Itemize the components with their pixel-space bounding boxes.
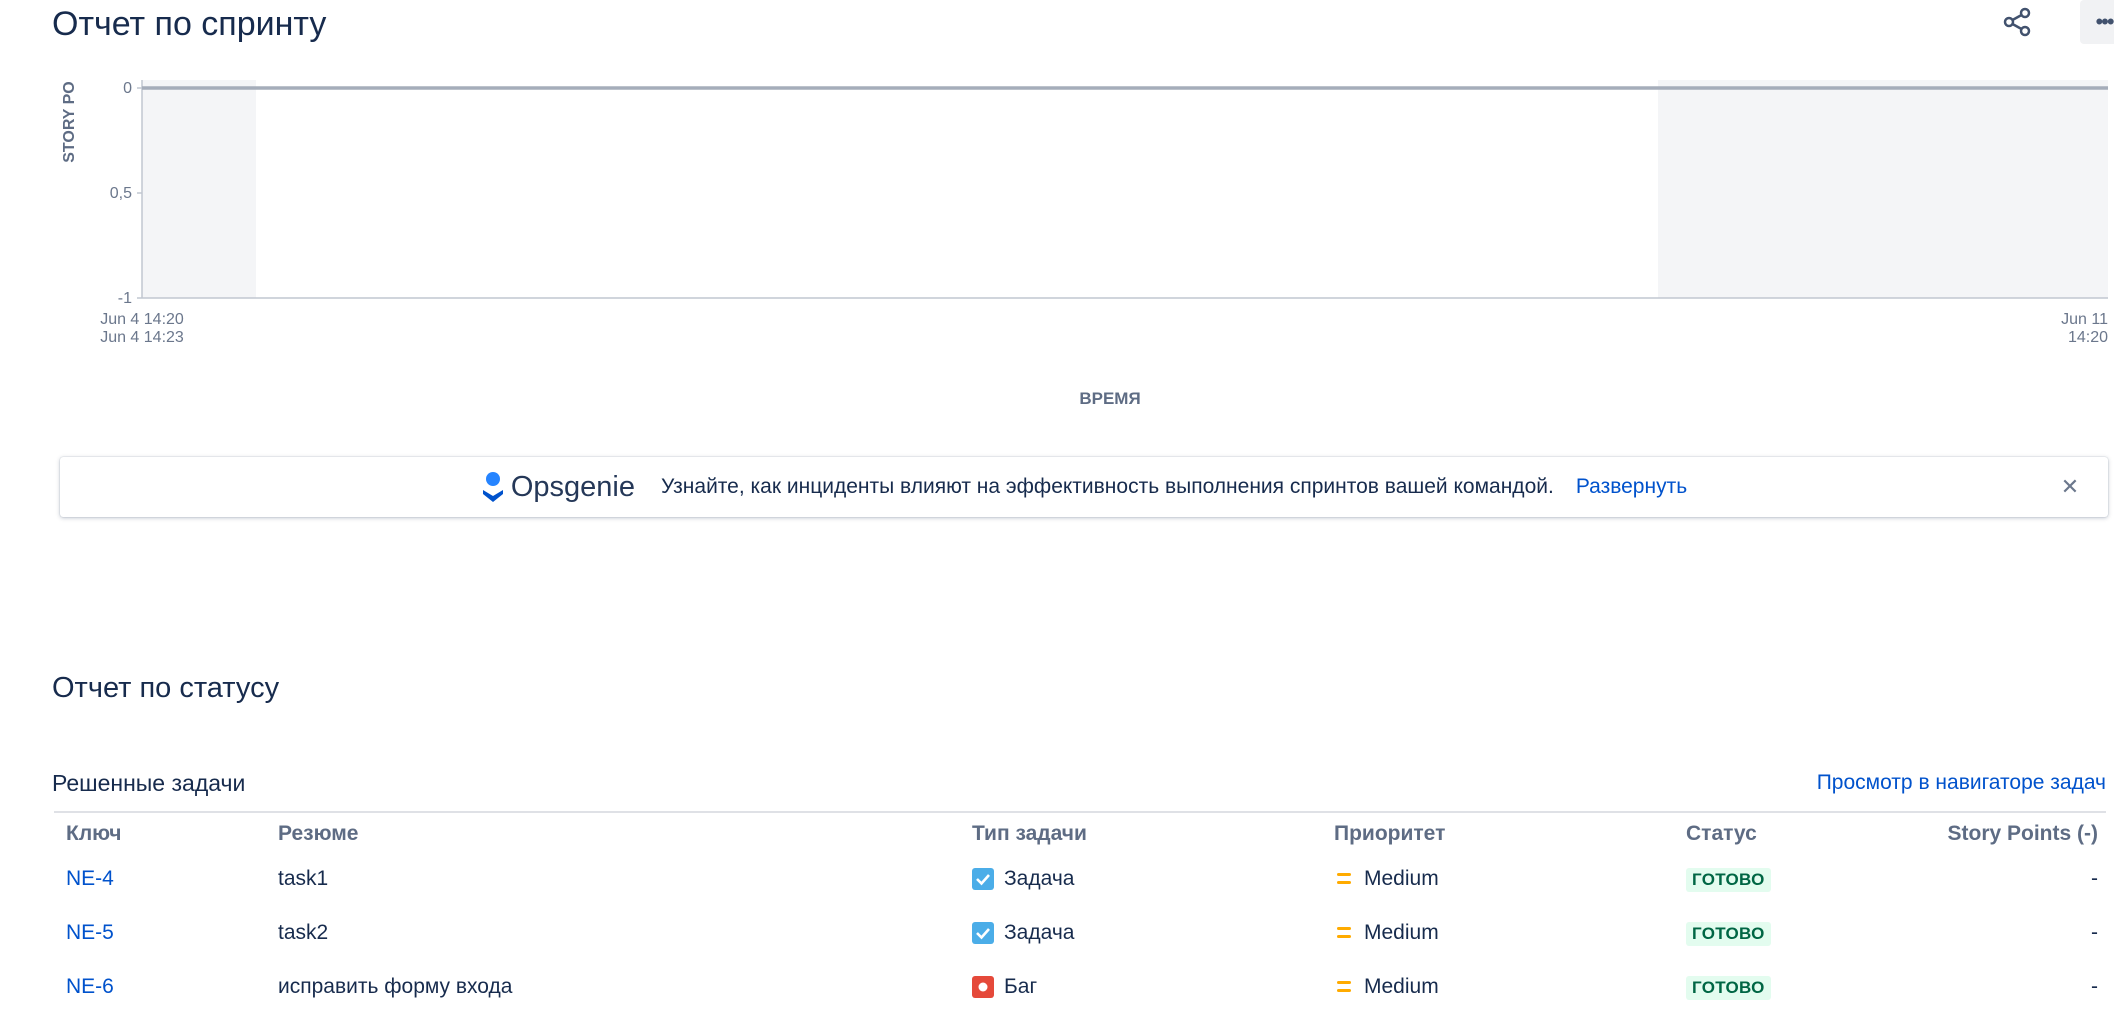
- story-points-value: -: [2091, 975, 2098, 998]
- bug-icon: [972, 976, 994, 998]
- more-actions-button[interactable]: •••: [2080, 0, 2114, 44]
- non-working-area: [142, 80, 256, 298]
- table-row: NE-5 task2 Задача Medium ГОТОВО -: [54, 906, 2106, 960]
- issue-type: Баг: [1004, 975, 1038, 998]
- story-points-value: -: [2091, 921, 2098, 944]
- opsgenie-banner: Opsgenie Узнайте, как инциденты влияют н…: [60, 457, 2108, 517]
- issue-key-link[interactable]: NE-5: [66, 921, 114, 944]
- opsgenie-brand: Opsgenie: [510, 470, 635, 503]
- opsgenie-logo-icon: [482, 472, 503, 502]
- task-icon: [972, 922, 994, 944]
- issue-key-link[interactable]: NE-6: [66, 975, 114, 998]
- status-badge: ГОТОВО: [1686, 921, 1771, 946]
- status-report-title: Отчет по статусу: [52, 672, 280, 704]
- resolved-issues-title: Решенные задачи: [52, 770, 246, 796]
- status-badge: ГОТОВО: [1686, 975, 1771, 1000]
- priority-medium-icon: [1337, 873, 1351, 884]
- x-tick-label: Jun 4 14:20: [100, 311, 184, 328]
- banner-close-button[interactable]: ✕: [2054, 471, 2086, 503]
- y-axis-label: STORY PO: [61, 81, 78, 163]
- issue-type: Задача: [1004, 867, 1075, 890]
- column-header-key[interactable]: Ключ: [54, 816, 266, 852]
- close-icon: ✕: [2060, 474, 2080, 499]
- page-title: Отчет по спринту: [52, 5, 327, 43]
- priority-medium-icon: [1337, 927, 1351, 938]
- issue-summary: task2: [278, 921, 329, 944]
- column-header-type[interactable]: Тип задачи: [960, 816, 1322, 852]
- x-tick-label: Jun 11: [2061, 311, 2108, 328]
- resolved-issues-table: Ключ Резюме Тип задачи Приоритет Статус …: [54, 816, 2106, 1014]
- issue-summary: исправить форму входа: [278, 975, 513, 998]
- column-header-story-points[interactable]: Story Points (-): [1884, 816, 2106, 852]
- table-header-row: Ключ Резюме Тип задачи Приоритет Статус …: [54, 816, 2106, 852]
- banner-expand-link[interactable]: Развернуть: [1576, 475, 1687, 499]
- y-tick-label: 0: [123, 80, 132, 97]
- y-tick-label: -1: [118, 290, 132, 307]
- view-in-issue-navigator-link[interactable]: Просмотр в навигаторе задач: [1817, 771, 2106, 795]
- issue-type: Задача: [1004, 921, 1075, 944]
- x-axis-label: ВРЕМЯ: [1079, 389, 1140, 408]
- issue-priority: Medium: [1364, 921, 1439, 944]
- story-points-value: -: [2091, 867, 2098, 890]
- issue-key-link[interactable]: NE-4: [66, 867, 114, 890]
- status-badge: ГОТОВО: [1686, 867, 1771, 892]
- burndown-chart: 0 0,5 -1 Jun 4 14:20Jun 4 14:23 Jun 1114:20 В…: [61, 80, 2108, 408]
- divider: [54, 811, 2106, 813]
- issue-priority: Medium: [1364, 975, 1439, 998]
- issue-summary: task1: [278, 867, 329, 890]
- priority-medium-icon: [1337, 981, 1351, 992]
- share-icon: [2003, 7, 2031, 37]
- x-tick-label: 14:20: [2068, 329, 2108, 346]
- more-icon: •••: [2095, 9, 2114, 34]
- column-header-summary[interactable]: Резюме: [266, 816, 960, 852]
- non-working-area: [1658, 80, 2108, 298]
- issue-priority: Medium: [1364, 867, 1439, 890]
- table-row: NE-4 task1 Задача Medium ГОТОВО -: [54, 852, 2106, 906]
- task-icon: [972, 868, 994, 890]
- column-header-priority[interactable]: Приоритет: [1322, 816, 1674, 852]
- x-tick-label: Jun 4 14:23: [100, 329, 184, 346]
- chart-non-working-areas: [142, 80, 2108, 298]
- opsgenie-logo: Opsgenie: [481, 471, 635, 504]
- column-header-status[interactable]: Статус: [1674, 816, 1884, 852]
- share-button[interactable]: [1995, 0, 2039, 44]
- banner-message: Узнайте, как инциденты влияют на эффекти…: [661, 475, 1554, 498]
- y-tick-label: 0,5: [110, 185, 132, 202]
- table-row: NE-6 исправить форму входа Баг Medium ГО…: [54, 960, 2106, 1014]
